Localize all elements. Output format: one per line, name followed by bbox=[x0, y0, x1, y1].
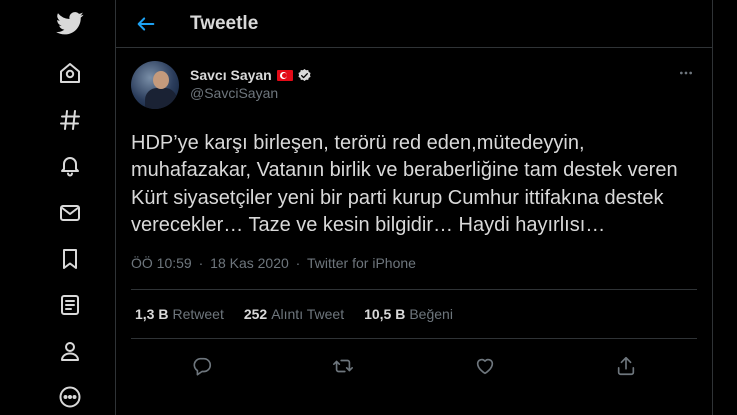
name-row: Savcı Sayan bbox=[190, 67, 312, 83]
notifications-bell-icon[interactable] bbox=[55, 150, 85, 180]
retweet-button[interactable] bbox=[326, 349, 360, 383]
retweets-count: 1,3 B bbox=[135, 305, 169, 322]
tweet-meta: ÖÖ 10:59 · 18 Kas 2020 · Twitter for iPh… bbox=[131, 255, 697, 275]
main-column: Tweetle Savcı Sayan @SavciSayan HDP’ye k… bbox=[115, 0, 713, 415]
reply-button[interactable] bbox=[185, 349, 219, 383]
tweet-text: HDP’ye karşı birleşen, terörü red eden,m… bbox=[131, 132, 678, 237]
retweets-label: Retweet bbox=[172, 305, 224, 322]
messages-mail-icon[interactable] bbox=[55, 198, 85, 228]
quotes-label: Alıntı Tweet bbox=[271, 305, 345, 322]
heart-icon bbox=[476, 358, 493, 375]
likes-count: 10,5 B bbox=[364, 305, 406, 322]
lists-icon[interactable] bbox=[55, 290, 85, 320]
share-icon bbox=[618, 357, 635, 376]
bookmark-icon[interactable] bbox=[55, 244, 85, 274]
avatar[interactable] bbox=[131, 61, 179, 109]
meta-separator: · bbox=[198, 254, 204, 271]
tweet-actions bbox=[131, 339, 697, 394]
page-header: Tweetle bbox=[116, 0, 712, 48]
reply-icon bbox=[193, 357, 211, 376]
verified-badge-icon bbox=[298, 68, 311, 81]
hashtag-icon[interactable] bbox=[55, 105, 85, 135]
author-names: Savcı Sayan @SavciSayan bbox=[190, 67, 312, 101]
meta-separator: · bbox=[295, 254, 301, 271]
side-navigation bbox=[0, 0, 115, 415]
profile-icon[interactable] bbox=[55, 336, 85, 366]
tweet: Savcı Sayan @SavciSayan HDP’ye karşı bir… bbox=[116, 48, 712, 394]
more-options-icon[interactable] bbox=[677, 64, 695, 82]
explore-icon[interactable] bbox=[55, 58, 85, 88]
more-circle-icon[interactable] bbox=[55, 382, 85, 412]
back-arrow-icon[interactable] bbox=[118, 0, 174, 48]
twitter-logo-icon[interactable] bbox=[55, 8, 85, 38]
turkish-flag-icon bbox=[276, 69, 293, 81]
avatar-figure bbox=[145, 88, 177, 109]
retweet-icon bbox=[333, 359, 354, 373]
likes-label: Beğeni bbox=[409, 305, 453, 322]
tweet-source[interactable]: Twitter for iPhone bbox=[307, 255, 416, 271]
like-button[interactable] bbox=[468, 349, 502, 383]
quotes-count: 252 bbox=[243, 305, 268, 322]
handle[interactable]: @SavciSayan bbox=[190, 85, 312, 101]
retweets-stat[interactable]: 1,3 B Retweet bbox=[135, 306, 224, 322]
tweet-date[interactable]: 18 Kas 2020 bbox=[210, 255, 289, 271]
tweet-stats: 1,3 B Retweet 252 Alıntı Tweet 10,5 B Be… bbox=[131, 288, 697, 339]
display-name[interactable]: Savcı Sayan bbox=[190, 67, 272, 83]
avatar-face bbox=[153, 71, 169, 89]
quote-tweets-stat[interactable]: 252 Alıntı Tweet bbox=[244, 306, 344, 322]
share-button[interactable] bbox=[609, 349, 643, 383]
tweet-author: Savcı Sayan @SavciSayan bbox=[131, 48, 697, 120]
page-title: Tweetle bbox=[190, 12, 259, 34]
tweet-time[interactable]: ÖÖ 10:59 bbox=[131, 255, 192, 271]
likes-stat[interactable]: 10,5 B Beğeni bbox=[364, 306, 453, 322]
